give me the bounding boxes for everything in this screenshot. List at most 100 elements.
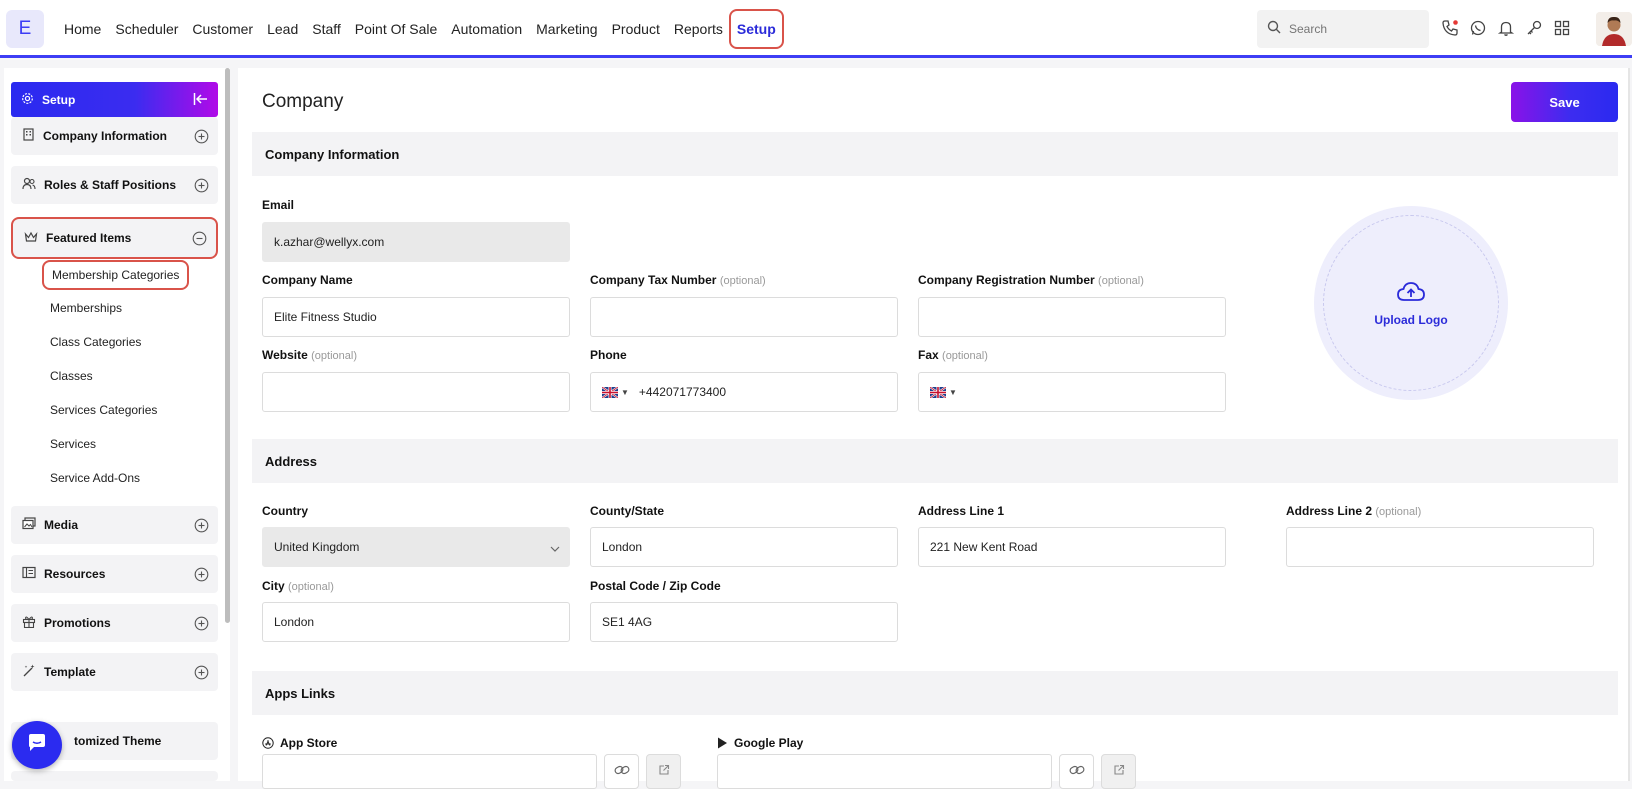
setup-sidebar: Setup Company Information Roles & Staff … — [4, 68, 230, 781]
nav-customer[interactable]: Customer — [192, 21, 253, 37]
sidebar-item-media[interactable]: Media — [11, 506, 218, 544]
tax-number-field[interactable] — [590, 297, 898, 337]
uk-flag-dropdown[interactable]: ▼ — [930, 386, 957, 398]
sidebar-item-label: Roles & Staff Positions — [44, 178, 177, 192]
email-label: Email — [262, 198, 295, 212]
gift-icon — [22, 615, 36, 631]
user-avatar[interactable] — [1596, 12, 1632, 46]
settings-icon — [21, 92, 34, 108]
nav-scheduler[interactable]: Scheduler — [115, 21, 178, 37]
upload-logo-label: Upload Logo — [1374, 312, 1448, 327]
nav-home[interactable]: Home — [64, 21, 101, 37]
users-icon — [22, 177, 36, 193]
google-play-icon — [717, 737, 728, 749]
nav-point-of-sale[interactable]: Point Of Sale — [355, 21, 438, 37]
bell-icon[interactable] — [1497, 17, 1515, 39]
sidebar-item-featured-items[interactable]: Featured Items — [11, 217, 218, 259]
uk-flag-dropdown[interactable]: ▼ — [602, 386, 629, 398]
sidebar-header-label: Setup — [42, 92, 76, 107]
city-label: City (optional) — [262, 579, 334, 593]
sidebar-subitem-class-categories[interactable]: Class Categories — [50, 335, 141, 349]
whatsapp-icon[interactable] — [1469, 17, 1487, 39]
registration-number-label: Company Registration Number (optional) — [918, 273, 1144, 287]
building-icon — [22, 128, 35, 144]
sidebar-scrollbar[interactable] — [225, 68, 230, 623]
expand-plus-icon[interactable] — [194, 567, 209, 585]
top-navbar: E Home Scheduler Customer Lead Staff Poi… — [0, 0, 1632, 58]
section-apps-links: Apps Links — [252, 671, 1618, 715]
sidebar-item-partial[interactable] — [11, 771, 218, 781]
app-store-open-button[interactable] — [646, 754, 681, 789]
county-state-label: County/State — [590, 504, 665, 518]
registration-number-field[interactable] — [918, 297, 1226, 337]
sidebar-item-label: tomized Theme — [74, 734, 162, 748]
address-line-2-field[interactable] — [1286, 527, 1594, 567]
sidebar-subitem-services-categories[interactable]: Services Categories — [50, 403, 157, 417]
sidebar-item-roles-staff-positions[interactable]: Roles & Staff Positions — [11, 166, 218, 204]
nav-marketing[interactable]: Marketing — [536, 21, 597, 37]
key-icon[interactable] — [1525, 17, 1543, 39]
phone-value: +442071773400 — [638, 385, 727, 399]
company-name-field[interactable]: Elite Fitness Studio — [262, 297, 570, 337]
sidebar-item-promotions[interactable]: Promotions — [11, 604, 218, 642]
expand-plus-icon[interactable] — [194, 665, 209, 683]
nav-setup[interactable]: Setup — [728, 9, 784, 49]
expand-plus-icon[interactable] — [194, 129, 209, 147]
google-play-link-button[interactable] — [1059, 754, 1094, 789]
company-name-label: Company Name — [262, 273, 353, 287]
chevron-down-icon: ▼ — [621, 387, 629, 397]
sidebar-item-resources[interactable]: Resources — [11, 555, 218, 593]
fax-field[interactable]: ▼ — [918, 372, 1226, 412]
app-logo[interactable]: E — [6, 10, 44, 48]
city-field[interactable]: London — [262, 602, 570, 642]
nav-lead[interactable]: Lead — [267, 21, 298, 37]
sidebar-item-label: Featured Items — [46, 231, 132, 245]
sidebar-header-setup[interactable]: Setup — [11, 82, 218, 117]
sidebar-item-label: Company Information — [43, 129, 168, 143]
collapse-minus-icon[interactable] — [192, 231, 207, 249]
sidebar-subitem-services[interactable]: Services — [50, 437, 96, 451]
sidebar-item-company-information[interactable]: Company Information — [11, 117, 218, 155]
nav-staff[interactable]: Staff — [312, 21, 341, 37]
phone-field[interactable]: ▼ +442071773400 — [590, 372, 898, 412]
app-store-link-button[interactable] — [604, 754, 639, 789]
search-input[interactable] — [1289, 22, 1419, 36]
nav-reports[interactable]: Reports — [674, 21, 723, 37]
sidebar-item-label: Template — [44, 665, 96, 679]
google-play-label: Google Play — [717, 736, 803, 750]
address-line-1-label: Address Line 1 — [918, 504, 1005, 518]
search-box[interactable] — [1257, 10, 1429, 48]
upload-logo-area[interactable]: Upload Logo — [1314, 206, 1508, 400]
sidebar-item-label: Media — [44, 518, 79, 532]
website-field[interactable] — [262, 372, 570, 412]
main-scrollbar[interactable] — [1628, 68, 1630, 781]
chat-support-button[interactable] — [12, 721, 62, 769]
expand-plus-icon[interactable] — [194, 616, 209, 634]
sidebar-subitem-classes[interactable]: Classes — [50, 369, 93, 383]
google-play-open-button[interactable] — [1101, 754, 1136, 789]
apps-grid-icon[interactable] — [1553, 17, 1571, 39]
sidebar-subitem-memberships[interactable]: Memberships — [50, 301, 122, 315]
fax-label: Fax (optional) — [918, 348, 988, 362]
sidebar-subitem-membership-categories[interactable]: Membership Categories — [42, 260, 190, 290]
address-line-1-field[interactable]: 221 New Kent Road — [918, 527, 1226, 567]
upload-logo-dropzone[interactable]: Upload Logo — [1323, 215, 1499, 391]
save-button[interactable]: Save — [1511, 82, 1618, 122]
county-state-field[interactable]: London — [590, 527, 898, 567]
country-select[interactable]: United Kingdom — [262, 527, 570, 567]
phone-icon[interactable] — [1441, 17, 1459, 39]
sidebar-item-template[interactable]: Template — [11, 653, 218, 691]
external-link-icon — [1113, 763, 1125, 781]
postal-code-field[interactable]: SE1 4AG — [590, 602, 898, 642]
nav-automation[interactable]: Automation — [451, 21, 522, 37]
postal-code-label: Postal Code / Zip Code — [590, 579, 721, 593]
expand-plus-icon[interactable] — [194, 178, 209, 196]
sidebar-item-label: Promotions — [44, 616, 111, 630]
expand-plus-icon[interactable] — [194, 518, 209, 536]
app-store-field[interactable] — [262, 754, 597, 789]
sidebar-subitem-service-add-ons[interactable]: Service Add-Ons — [50, 471, 140, 485]
collapse-sidebar-icon[interactable] — [193, 92, 208, 109]
google-play-field[interactable] — [717, 754, 1052, 789]
website-label: Website (optional) — [262, 348, 357, 362]
nav-product[interactable]: Product — [612, 21, 660, 37]
